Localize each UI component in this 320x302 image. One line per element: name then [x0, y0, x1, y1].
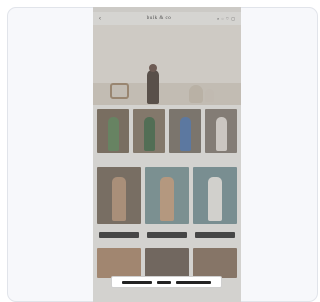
chair-icon — [110, 83, 129, 99]
product-image[interactable] — [97, 109, 129, 153]
hero-banner[interactable] — [93, 25, 241, 105]
banner-segment — [176, 280, 211, 284]
bag-icon[interactable]: ▢ — [231, 16, 235, 21]
heart-icon[interactable]: ♡ — [226, 16, 230, 21]
add-to-bag-button[interactable] — [195, 232, 235, 238]
product-card[interactable] — [145, 167, 189, 238]
product-row-1 — [93, 105, 241, 157]
product-card[interactable] — [169, 109, 201, 155]
product-card[interactable] — [97, 167, 141, 238]
search-icon[interactable]: ⌕ — [217, 16, 219, 21]
model-figure — [147, 70, 159, 104]
product-card[interactable] — [97, 109, 129, 155]
product-card[interactable] — [193, 167, 237, 238]
top-navigation: ‹ bulk & co ⌕ ◌ ♡ ▢ — [93, 12, 241, 25]
add-to-bag-button[interactable] — [147, 232, 187, 238]
vase-icon — [205, 89, 214, 102]
product-image[interactable] — [193, 167, 237, 224]
product-row-2 — [93, 167, 241, 238]
product-image[interactable] — [205, 109, 237, 153]
product-card[interactable] — [205, 109, 237, 155]
brand-logo[interactable]: bulk & co — [147, 16, 172, 21]
product-image[interactable] — [145, 167, 189, 224]
product-image[interactable] — [97, 167, 141, 224]
banner-segment — [122, 280, 152, 284]
bottom-image[interactable] — [193, 248, 237, 278]
vase-icon — [189, 85, 203, 103]
topbar-icons: ⌕ ◌ ♡ ▢ — [217, 16, 235, 21]
user-icon[interactable]: ◌ — [221, 16, 223, 21]
bottom-banner[interactable] — [111, 276, 222, 288]
product-image[interactable] — [133, 109, 165, 153]
bottom-content — [93, 248, 241, 278]
bottom-image[interactable] — [145, 248, 189, 278]
banner-segment — [157, 280, 171, 284]
model-head — [149, 64, 157, 72]
product-card[interactable] — [133, 109, 165, 155]
bottom-image[interactable] — [97, 248, 141, 278]
add-to-bag-button[interactable] — [99, 232, 139, 238]
product-image[interactable] — [169, 109, 201, 153]
back-icon[interactable]: ‹ — [99, 16, 101, 22]
hero-background — [93, 25, 241, 83]
mobile-preview: ‹ bulk & co ⌕ ◌ ♡ ▢ — [93, 7, 241, 302]
